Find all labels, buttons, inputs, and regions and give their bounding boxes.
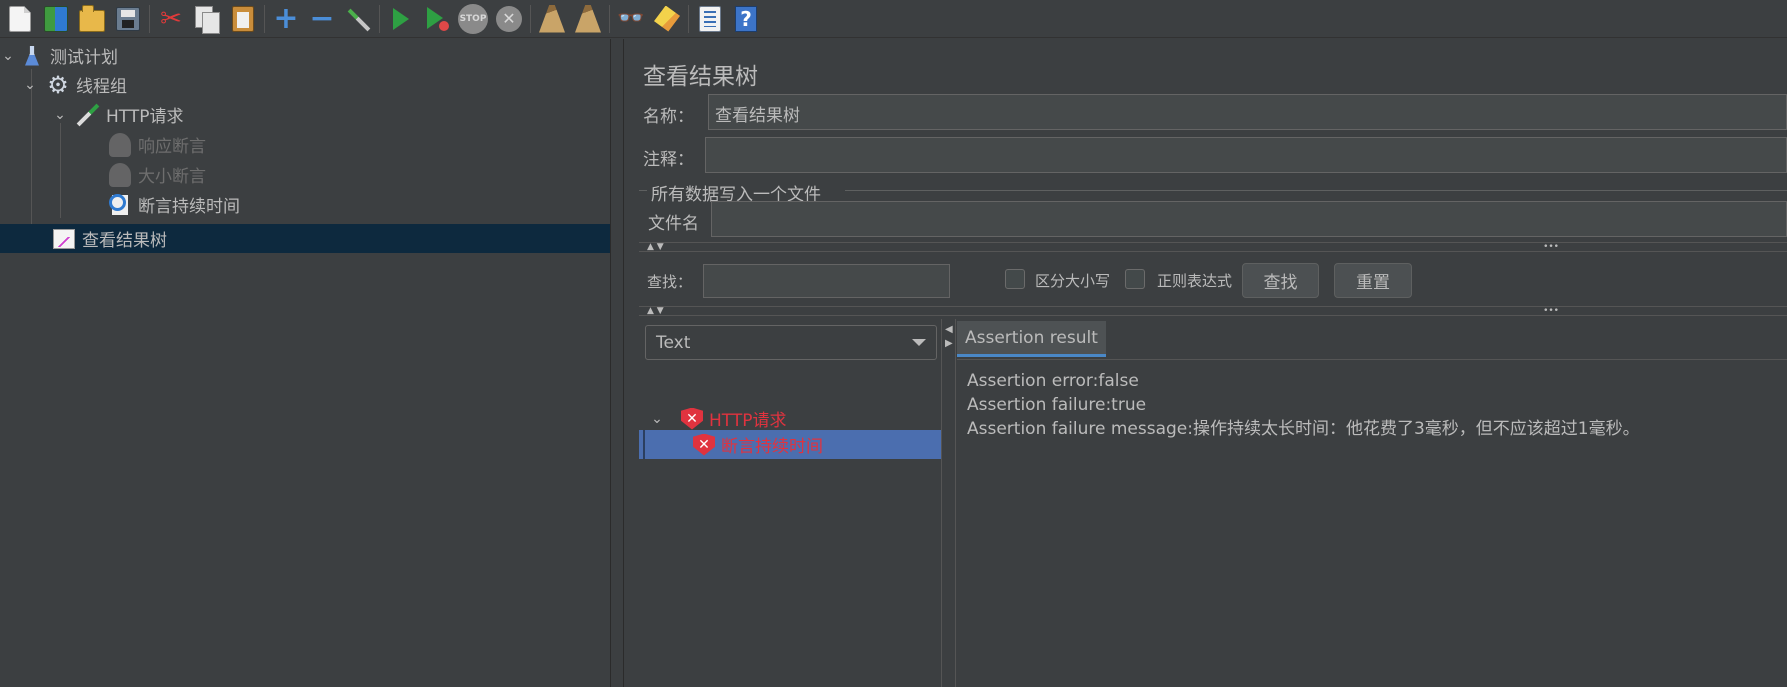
new-icon[interactable] — [2, 2, 38, 36]
tab-assertion-result[interactable]: Assertion result — [957, 321, 1106, 357]
function-helper-icon[interactable] — [692, 2, 728, 36]
expand-icon[interactable]: + — [268, 2, 304, 36]
regex-checkbox[interactable] — [1125, 269, 1145, 289]
toggle-icon[interactable] — [340, 2, 376, 36]
collapse-divider[interactable]: ▲ ▼ ••• — [639, 242, 1787, 252]
chevron-down-icon[interactable]: ⌄ — [0, 48, 16, 64]
toolbar-separator — [688, 4, 689, 33]
toolbar-separator — [264, 4, 265, 33]
search-input[interactable] — [703, 264, 950, 298]
view-results-tree-panel: 查看结果树 名称： 查看结果树 注释： 所有数据写入一个文件 文件名 ▲ ▼ •… — [625, 39, 1787, 687]
stop-icon[interactable]: STOP — [455, 2, 491, 36]
chevron-down-icon[interactable]: ⌄ — [649, 411, 665, 427]
regex-label: 正则表达式 — [1157, 272, 1233, 290]
tree-item-thread-group[interactable]: ⌄ ⚙ 线程组 — [22, 70, 610, 99]
filename-label: 文件名 — [648, 214, 699, 234]
search-icon[interactable]: 👓 — [613, 2, 649, 36]
page-title: 查看结果树 — [643, 64, 758, 90]
tab-underline — [957, 359, 1787, 360]
chevron-down-icon — [912, 339, 926, 346]
comment-label: 注释： — [643, 150, 694, 170]
group-border — [639, 190, 647, 191]
tree-item-label: 响应断言 — [138, 137, 206, 157]
chevron-down-icon[interactable]: ⌄ — [52, 107, 68, 123]
templates-icon[interactable] — [38, 2, 74, 36]
tree-guide-line — [60, 123, 61, 218]
shutdown-icon[interactable]: ✕ — [491, 2, 527, 36]
tree-item-view-results-tree[interactable]: 查看结果树 — [0, 224, 610, 253]
reset-search-icon[interactable] — [649, 2, 685, 36]
selection-marker — [643, 430, 645, 459]
tree-item-label: 线程组 — [76, 77, 127, 97]
tree-item-duration-assertion[interactable]: 断言持续时间 — [108, 190, 610, 219]
group-border — [845, 190, 1787, 191]
response-assertion-icon — [108, 132, 132, 157]
tree-item-label: 大小断言 — [138, 167, 206, 187]
drag-handle-icon[interactable]: ••• — [1543, 242, 1559, 252]
tree-item-size-assertion[interactable]: 大小断言 — [108, 160, 610, 189]
split-arrows-icon[interactable]: ◀ ▶ — [945, 323, 953, 351]
result-label: HTTP请求 — [709, 411, 787, 431]
error-shield-icon: ✕ — [693, 433, 715, 456]
case-sensitive-label: 区分大小写 — [1035, 272, 1111, 290]
test-plan-icon — [20, 44, 44, 68]
renderer-select[interactable]: Text — [645, 325, 937, 360]
save-icon[interactable] — [110, 2, 146, 36]
start-no-pauses-icon[interactable] — [419, 2, 455, 36]
results-split — [955, 319, 956, 687]
result-label: 断言持续时间 — [721, 437, 823, 457]
tree-item-test-plan[interactable]: ⌄ 测试计划 — [0, 41, 610, 70]
start-icon[interactable] — [383, 2, 419, 36]
http-sampler-icon — [76, 103, 100, 127]
test-plan-tree: ⌄ 测试计划 ⌄ ⚙ 线程组 ⌄ HTTP请求 响应断言 大小断言 断言持续时间… — [0, 39, 610, 687]
reset-button[interactable]: 重置 — [1334, 263, 1412, 298]
collapse-divider[interactable]: ▲ ▼ ••• — [639, 306, 1787, 316]
toolbar-separator — [379, 4, 380, 33]
name-field[interactable]: 查看结果树 — [708, 94, 1787, 130]
drag-handle-icon[interactable]: ••• — [1543, 306, 1559, 316]
toolbar-separator — [149, 4, 150, 33]
comment-field[interactable] — [705, 137, 1787, 173]
open-icon[interactable] — [74, 2, 110, 36]
result-line-error: Assertion error:false — [967, 371, 1139, 391]
copy-icon[interactable] — [189, 2, 225, 36]
clear-icon[interactable] — [534, 2, 570, 36]
name-label: 名称： — [643, 107, 694, 127]
find-button[interactable]: 查找 — [1242, 263, 1319, 298]
results-split[interactable] — [941, 319, 942, 687]
result-line-message: Assertion failure message:操作持续太长时间：他花费了3… — [967, 419, 1640, 439]
search-label: 查找： — [647, 273, 693, 291]
view-results-tree-icon — [52, 227, 76, 251]
tree-item-http-request[interactable]: ⌄ HTTP请求 — [52, 100, 610, 129]
collapse-arrows-icon[interactable]: ▲ ▼ — [647, 306, 664, 316]
tree-item-response-assertion[interactable]: 响应断言 — [108, 130, 610, 159]
tree-item-label: 查看结果树 — [82, 231, 167, 251]
toolbar-separator — [530, 4, 531, 33]
main-toolbar: ✂ + − STOP ✕ 👓 ? — [0, 0, 1787, 38]
tree-item-label: 测试计划 — [50, 48, 118, 68]
tree-item-label: 断言持续时间 — [138, 197, 240, 217]
chevron-down-icon[interactable]: ⌄ — [22, 77, 38, 93]
thread-group-icon: ⚙ — [47, 70, 69, 99]
help-icon[interactable]: ? — [728, 2, 764, 36]
size-assertion-icon — [108, 162, 132, 187]
clear-all-icon[interactable] — [570, 2, 606, 36]
result-row-duration-assertion[interactable]: ✕ 断言持续时间 — [639, 430, 941, 459]
collapse-arrows-icon[interactable]: ▲ ▼ — [647, 242, 664, 252]
toolbar-separator — [609, 4, 610, 33]
filename-field[interactable] — [711, 201, 1787, 237]
cut-icon[interactable]: ✂ — [153, 2, 189, 36]
case-sensitive-checkbox[interactable] — [1005, 269, 1025, 289]
result-row-http-request[interactable]: ⌄ ✕ HTTP请求 — [645, 404, 939, 433]
duration-assertion-icon — [108, 193, 132, 217]
renderer-select-value: Text — [656, 332, 691, 353]
result-line-failure: Assertion failure:true — [967, 395, 1147, 415]
tree-item-label: HTTP请求 — [106, 107, 184, 127]
split-pane-divider[interactable] — [610, 39, 624, 687]
paste-icon[interactable] — [225, 2, 261, 36]
error-shield-icon: ✕ — [681, 407, 703, 430]
collapse-icon[interactable]: − — [304, 2, 340, 36]
